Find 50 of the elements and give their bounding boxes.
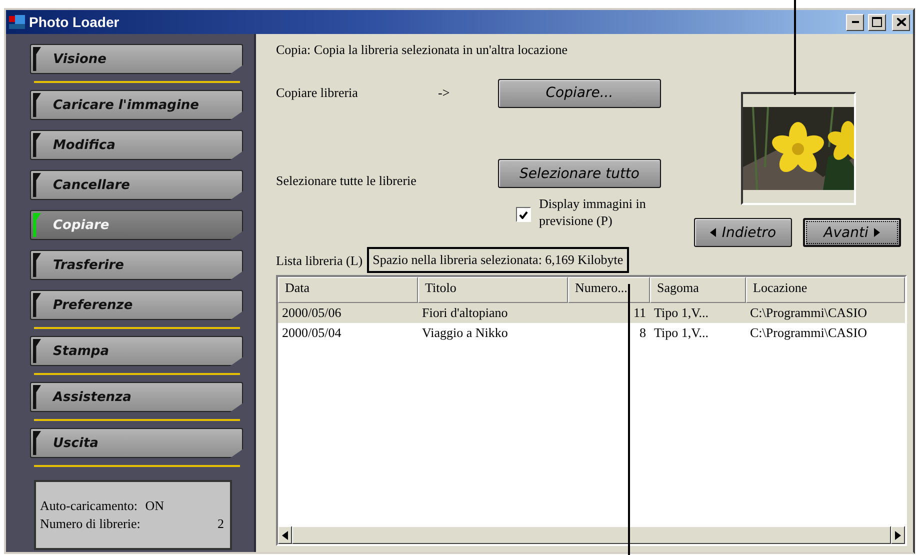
sidebar-item[interactable]: Copiare [30, 210, 243, 240]
copy-label: Copiare libreria [276, 85, 359, 101]
sidebar-item[interactable]: Cancellare [30, 170, 243, 200]
sidebar-item[interactable]: Modifica [30, 130, 243, 160]
status-text: Spazio nella libreria selezionata: 6,169 Kilobyte [366, 247, 630, 273]
sidebar-item[interactable]: Uscita [30, 428, 243, 458]
column-header[interactable]: Sagoma [650, 277, 746, 303]
app-icon [9, 14, 25, 30]
check-icon [519, 210, 528, 218]
maximize-button[interactable] [868, 14, 886, 30]
info-label: Auto-caricamento: [40, 498, 138, 514]
minimize-icon [852, 21, 858, 23]
arrow-text: -> [438, 85, 451, 101]
table-cell: Fiori d'altopiano [418, 303, 568, 323]
checkbox-label: Display immagini in previsione (P) [539, 195, 647, 229]
left-arrow-icon [710, 228, 716, 237]
copy-button[interactable]: Copiare... [498, 78, 661, 108]
sidebar-item[interactable]: Caricare l'immagine [30, 90, 243, 120]
close-icon [896, 18, 906, 26]
sidebar-item[interactable]: Preferenze [30, 290, 243, 320]
sidebar-item[interactable]: Visione [30, 44, 243, 74]
sidebar-item[interactable]: Stampa [30, 336, 243, 366]
sidebar-item[interactable]: Trasferire [30, 250, 243, 280]
maximize-icon [872, 17, 882, 27]
column-header[interactable]: Titolo [418, 277, 568, 303]
right-arrow-icon [895, 530, 902, 540]
sidebar-item[interactable]: Assistenza [30, 382, 243, 412]
preview-checkbox[interactable] [516, 207, 531, 222]
table-cell: Tipo 1,V... [650, 303, 746, 323]
list-label: Lista libreria (L) [276, 253, 363, 270]
table-cell: C:\Programmi\CASIO [746, 303, 905, 323]
column-header[interactable]: Data [278, 277, 418, 303]
description-text: Copia: Copia la libreria selezionata in un'altra locazione [276, 42, 568, 58]
table-cell: 11 [568, 303, 650, 323]
next-button[interactable]: Avanti [803, 218, 901, 247]
right-arrow-icon [874, 228, 880, 237]
minimize-button[interactable] [846, 14, 864, 30]
table-cell: 2000/05/06 [278, 303, 418, 323]
horizontal-scrollbar[interactable] [278, 526, 905, 544]
info-value: ON [145, 498, 164, 514]
window-title: Photo Loader [29, 14, 120, 30]
info-label: Numero di librerie: [40, 516, 140, 532]
column-header[interactable]: Locazione [746, 277, 905, 303]
back-button[interactable]: Indietro [694, 218, 792, 247]
column-header[interactable]: Numero... [568, 277, 650, 303]
close-button[interactable] [892, 14, 910, 30]
info-value: 2 [218, 516, 224, 532]
left-arrow-icon [282, 530, 288, 540]
select-label: Selezionare tutte le librerie [276, 173, 418, 189]
select-all-button[interactable]: Selezionare tutto [498, 159, 661, 188]
